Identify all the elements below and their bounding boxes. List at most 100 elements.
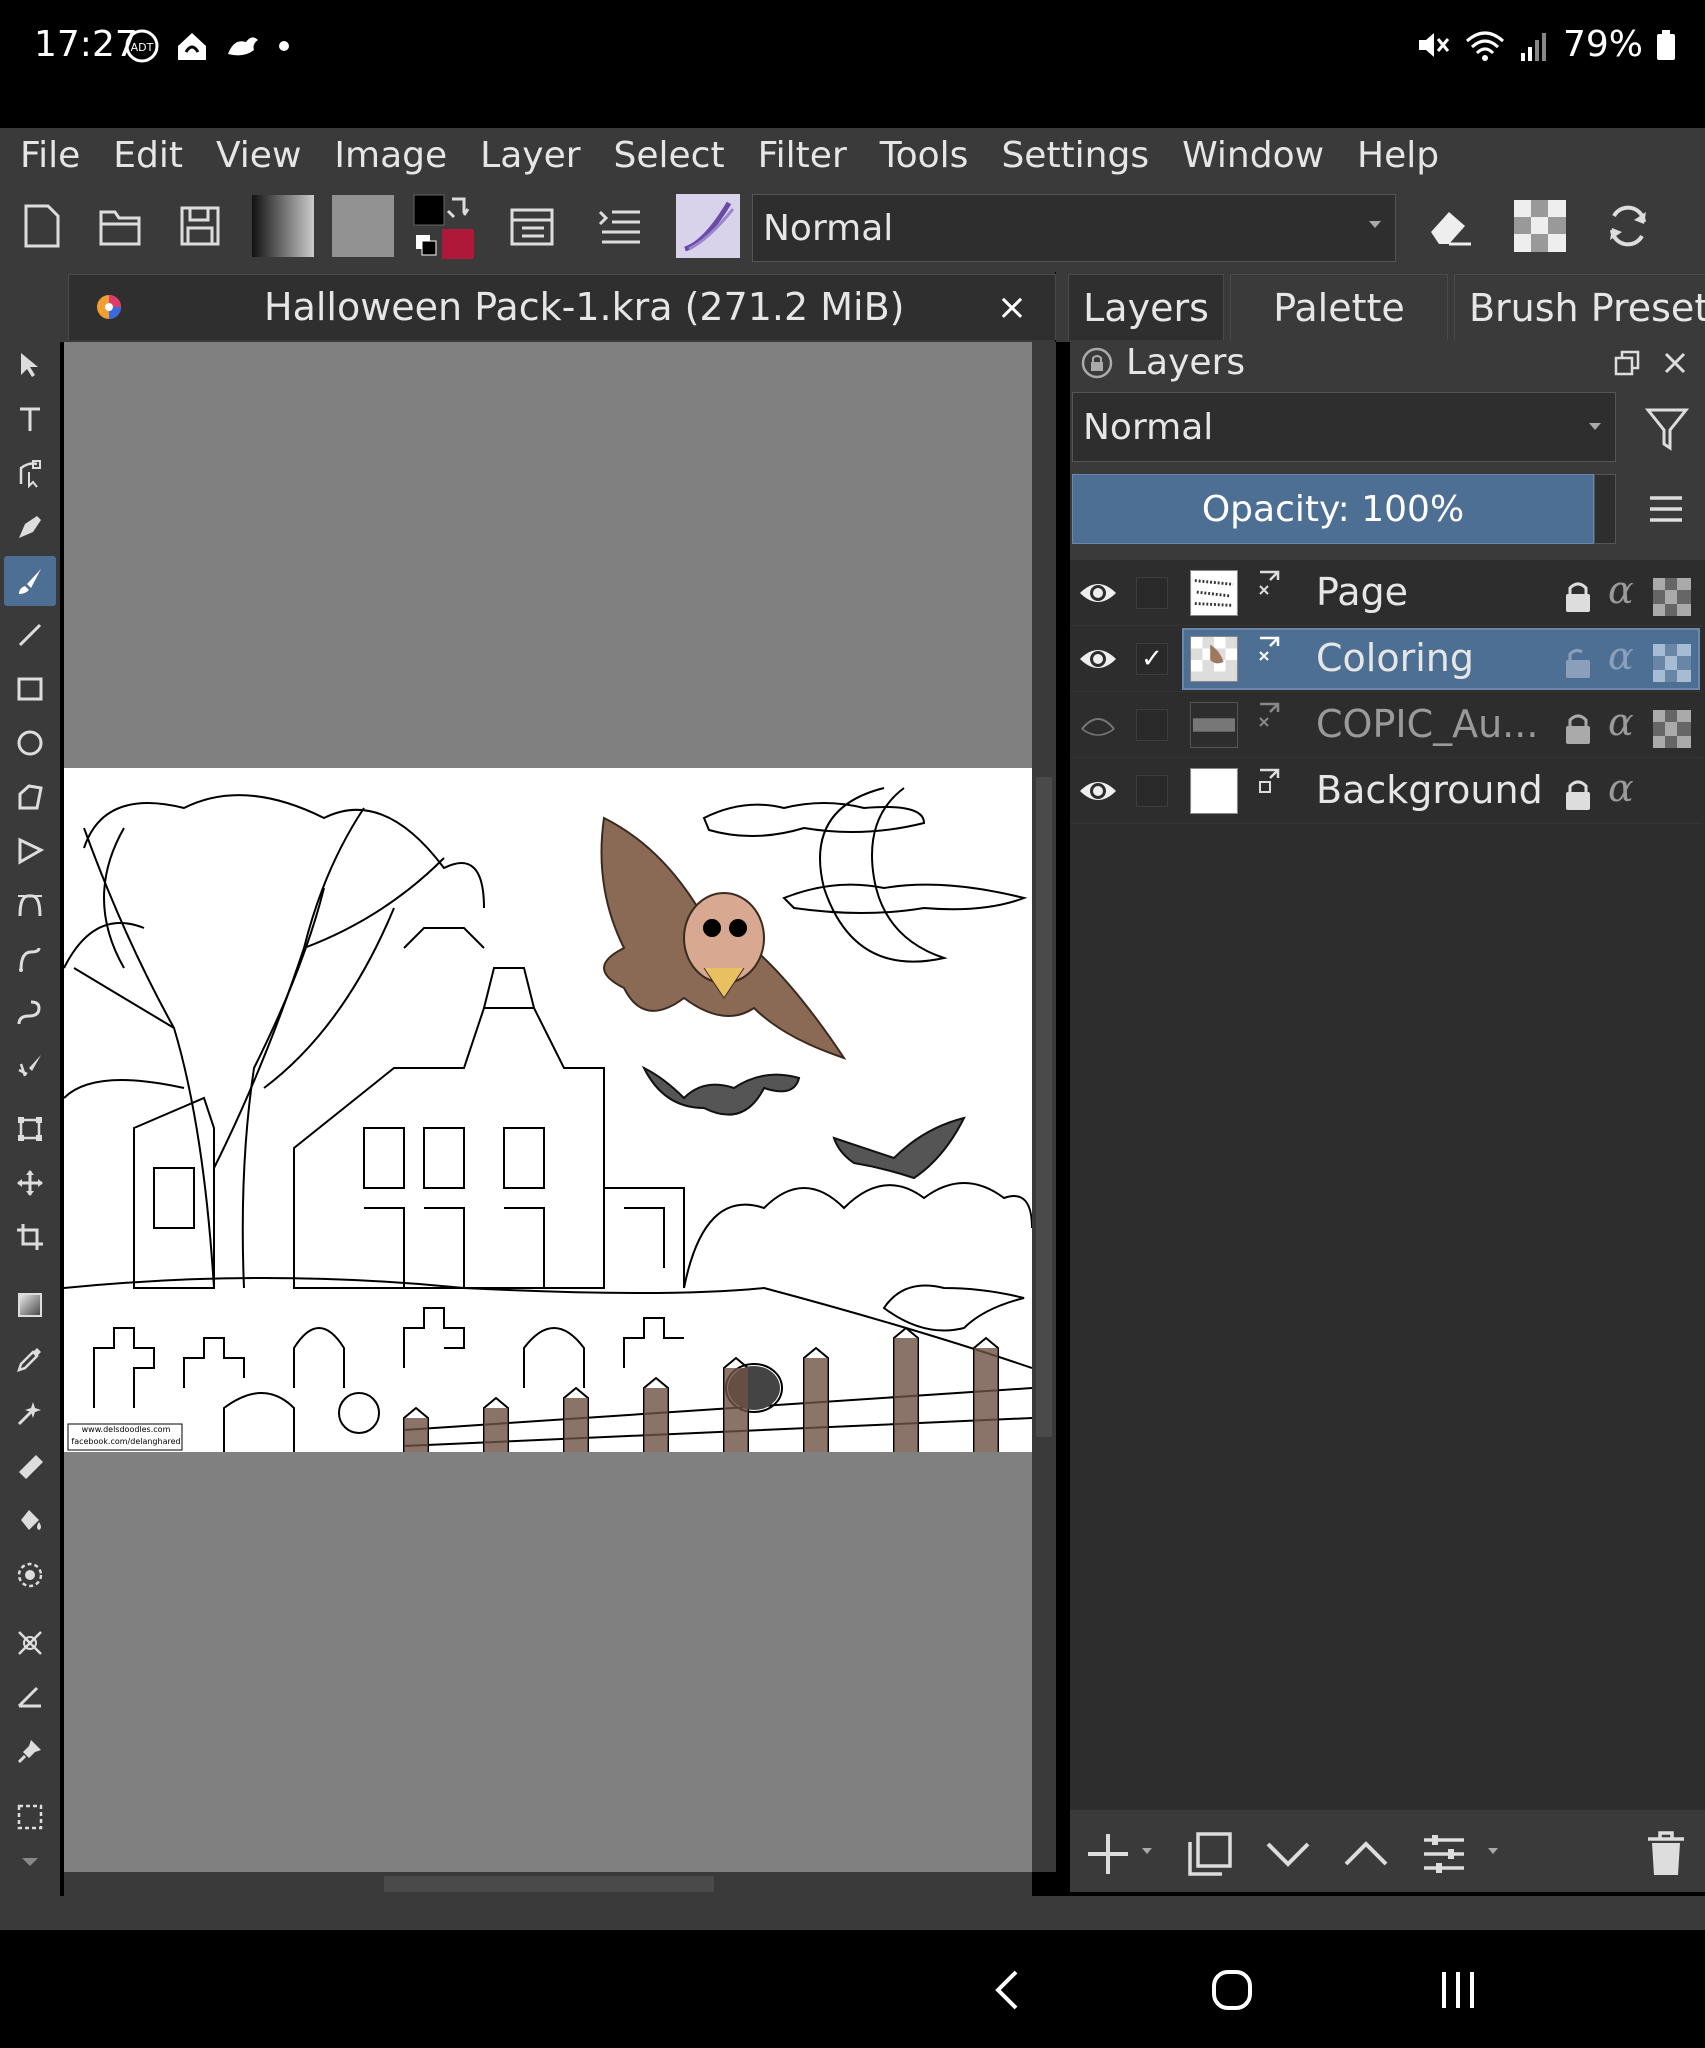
- toolbox-scroll-down[interactable]: [4, 1850, 56, 1874]
- crop-tool[interactable]: [4, 1212, 56, 1262]
- preserve-alpha-button[interactable]: [1508, 194, 1572, 258]
- rectangle-tool[interactable]: [4, 664, 56, 714]
- delete-layer-button[interactable]: [1638, 1826, 1694, 1882]
- visibility-eye-icon[interactable]: [1078, 771, 1118, 811]
- reference-images-tool[interactable]: [4, 1726, 56, 1776]
- tab-palette[interactable]: Palette: [1230, 274, 1448, 340]
- gradient-tool[interactable]: [4, 1280, 56, 1330]
- visibility-eye-icon[interactable]: [1078, 639, 1118, 679]
- alpha-lock-icon[interactable]: α: [1608, 568, 1634, 612]
- calligraphy-tool[interactable]: [4, 502, 56, 552]
- lock-docker-icon[interactable]: [1080, 346, 1114, 380]
- line-tool[interactable]: [4, 610, 56, 660]
- layer-select-checkbox[interactable]: [1136, 577, 1168, 609]
- fill-tool[interactable]: [4, 1496, 56, 1546]
- menu-layer[interactable]: Layer: [480, 135, 580, 176]
- opacity-spinner[interactable]: [1594, 474, 1616, 544]
- unlocked-icon[interactable]: [1562, 644, 1594, 680]
- menu-edit[interactable]: Edit: [113, 135, 183, 176]
- measure-tool[interactable]: [4, 1618, 56, 1668]
- menu-help[interactable]: Help: [1357, 135, 1439, 176]
- canvas-horizontal-scrollbar[interactable]: [64, 1872, 1032, 1896]
- layer-blend-mode-combo[interactable]: Normal: [1072, 392, 1616, 462]
- inherit-alpha-icon[interactable]: [1653, 710, 1691, 748]
- angle-tool[interactable]: [4, 1672, 56, 1722]
- eraser-mode-button[interactable]: [1418, 194, 1482, 258]
- transform-tool[interactable]: [4, 1104, 56, 1154]
- pattern-selector[interactable]: [330, 194, 396, 258]
- gradient-selector[interactable]: [250, 194, 316, 258]
- menu-window[interactable]: Window: [1182, 135, 1324, 176]
- move-tool[interactable]: [4, 1158, 56, 1208]
- recents-button[interactable]: [1428, 1960, 1488, 2020]
- reload-preset-button[interactable]: [1596, 194, 1660, 258]
- bezier-curve-tool[interactable]: [4, 880, 56, 930]
- tab-layers[interactable]: Layers: [1068, 274, 1224, 340]
- canvas-area[interactable]: www.delsdoodles.com facebook.com/delangh…: [64, 342, 1032, 1872]
- menu-image[interactable]: Image: [334, 135, 447, 176]
- lock-icon[interactable]: [1562, 578, 1594, 614]
- vertical-scroll-thumb[interactable]: [1036, 777, 1052, 1437]
- ellipse-tool[interactable]: [4, 718, 56, 768]
- chevron-down-icon[interactable]: [1486, 1846, 1500, 1856]
- blending-settings-button[interactable]: [588, 194, 652, 258]
- layer-properties-button[interactable]: [1416, 1826, 1472, 1882]
- menu-tools[interactable]: Tools: [880, 135, 969, 176]
- back-button[interactable]: [978, 1960, 1038, 2020]
- filter-icon[interactable]: [1644, 404, 1690, 454]
- inherit-alpha-icon[interactable]: [1653, 578, 1691, 616]
- freehand-path-tool[interactable]: [4, 934, 56, 984]
- layer-row-copic[interactable]: COPIC_Au... α: [1070, 692, 1702, 758]
- menu-select[interactable]: Select: [614, 135, 725, 176]
- new-document-button[interactable]: [10, 194, 74, 258]
- dynamic-brush-tool[interactable]: [4, 988, 56, 1038]
- float-docker-icon[interactable]: [1610, 346, 1644, 380]
- menu-file[interactable]: File: [20, 135, 80, 176]
- layer-row-background[interactable]: Background α: [1070, 758, 1702, 824]
- color-swatches[interactable]: [410, 194, 480, 259]
- polygon-tool[interactable]: [4, 772, 56, 822]
- home-button[interactable]: [1202, 1960, 1262, 2020]
- visibility-eye-icon[interactable]: [1078, 573, 1118, 613]
- multibrush-tool[interactable]: [4, 1042, 56, 1092]
- menu-filter[interactable]: Filter: [758, 135, 847, 176]
- brush-preset-button[interactable]: [674, 194, 742, 258]
- layer-opacity-slider[interactable]: Opacity: 100%: [1072, 474, 1594, 544]
- text-tool[interactable]: [4, 394, 56, 444]
- edit-shapes-tool[interactable]: [4, 448, 56, 498]
- save-button[interactable]: [168, 194, 232, 258]
- assistant-tool[interactable]: [4, 1442, 56, 1492]
- rectangular-selection-tool[interactable]: [4, 1792, 56, 1842]
- hamburger-menu-icon[interactable]: [1646, 492, 1686, 526]
- visibility-hidden-icon[interactable]: [1078, 705, 1118, 745]
- move-layer-down-button[interactable]: [1260, 1826, 1316, 1882]
- enclose-fill-tool[interactable]: [4, 1550, 56, 1600]
- layer-row-coloring[interactable]: ✓ Coloring α: [1070, 626, 1702, 692]
- move-layer-up-button[interactable]: [1338, 1826, 1394, 1882]
- layer-select-checkbox[interactable]: [1136, 775, 1168, 807]
- open-document-button[interactable]: [88, 194, 152, 258]
- color-sampler-tool[interactable]: [4, 1334, 56, 1384]
- menu-view[interactable]: View: [216, 135, 301, 176]
- horizontal-scroll-thumb[interactable]: [384, 1876, 714, 1892]
- duplicate-layer-button[interactable]: [1182, 1826, 1238, 1882]
- alpha-lock-icon[interactable]: α: [1608, 634, 1634, 678]
- add-layer-button[interactable]: [1080, 1826, 1136, 1882]
- lock-icon[interactable]: [1562, 710, 1594, 746]
- inherit-alpha-icon[interactable]: [1653, 644, 1691, 682]
- smart-patch-tool[interactable]: [4, 1388, 56, 1438]
- toolbar-blend-mode-combo[interactable]: Normal: [752, 194, 1396, 262]
- artwork-canvas[interactable]: www.delsdoodles.com facebook.com/delangh…: [64, 768, 1032, 1452]
- layer-row-page[interactable]: Page α: [1070, 560, 1702, 626]
- polyline-tool[interactable]: [4, 826, 56, 876]
- document-tab[interactable]: Halloween Pack-1.kra (271.2 MiB) ×: [68, 274, 1056, 340]
- alpha-lock-icon[interactable]: α: [1608, 766, 1634, 810]
- tab-brush-presets[interactable]: Brush Presets: [1454, 274, 1705, 340]
- close-document-button[interactable]: ×: [997, 287, 1027, 328]
- freehand-brush-tool[interactable]: [4, 556, 56, 606]
- layer-select-checkbox[interactable]: ✓: [1136, 643, 1168, 675]
- menu-settings[interactable]: Settings: [1001, 135, 1149, 176]
- close-docker-icon[interactable]: [1660, 348, 1690, 378]
- alpha-lock-icon[interactable]: α: [1608, 700, 1634, 744]
- canvas-vertical-scrollbar[interactable]: [1032, 342, 1056, 1872]
